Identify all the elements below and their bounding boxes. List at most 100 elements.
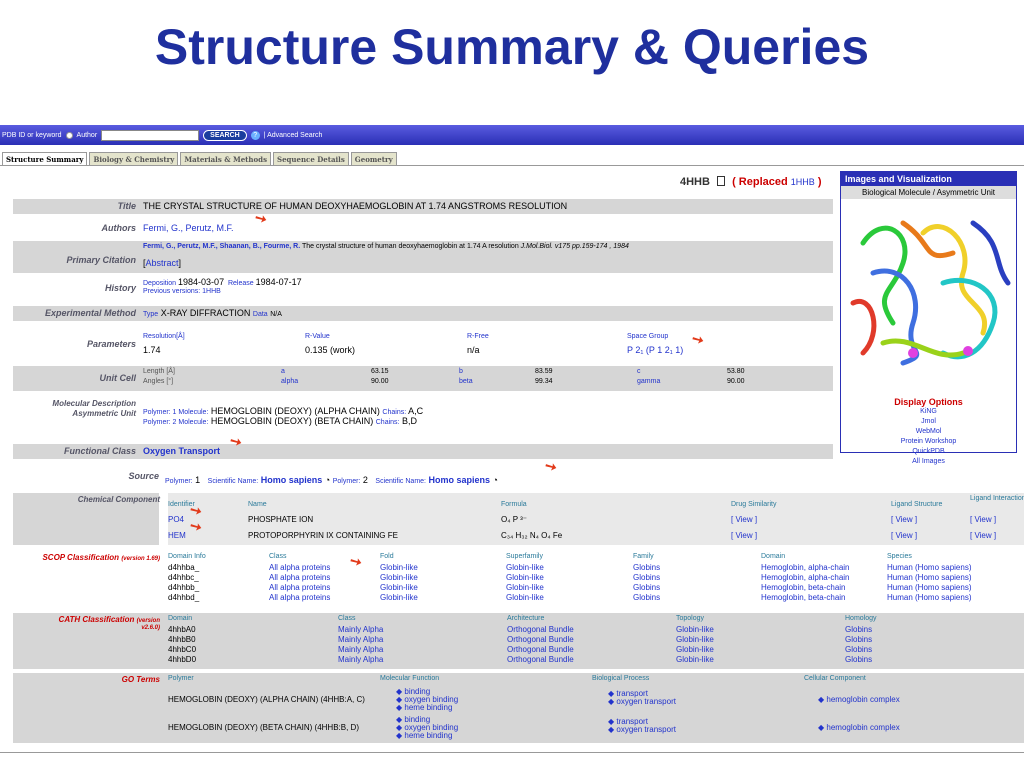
cath-label: CATH Classification (version (13, 615, 160, 624)
spacegroup-label: Space Group (627, 333, 669, 340)
scop-cell[interactable]: Human (Homo sapiens) (887, 583, 971, 592)
tab-biology-chemistry[interactable]: Biology & Chemistry (89, 152, 179, 166)
scop-header: Domain Info (168, 553, 206, 560)
chem-cell[interactable]: [ View ] (970, 515, 996, 524)
tab-materials-methods[interactable]: Materials & Methods (180, 152, 272, 166)
cath-cell[interactable]: Mainly Alpha (338, 655, 383, 664)
author-radio[interactable] (65, 131, 73, 139)
cath-cell[interactable]: Mainly Alpha (338, 645, 383, 654)
cath-cell[interactable]: Orthogonal Bundle (507, 625, 574, 634)
cath-section: CATH Classification (version v2.6.0) Dom… (13, 613, 1024, 669)
cath-cell[interactable]: Orthogonal Bundle (507, 645, 574, 654)
source-sn2[interactable]: Homo sapiens (429, 475, 491, 485)
citation-authors[interactable]: Fermi, G., Perutz, M.F., Shaanan, B., Fo… (143, 243, 300, 250)
search-button[interactable]: SEARCH (203, 129, 247, 141)
scop-cell[interactable]: Hemoglobin, beta-chain (761, 583, 846, 592)
scop-cell[interactable]: Globins (633, 583, 660, 592)
cath-cell[interactable]: Orthogonal Bundle (507, 635, 574, 644)
scop-cell[interactable]: Globin-like (506, 563, 544, 572)
scop-cell[interactable]: All alpha proteins (269, 563, 330, 572)
scop-cell: d4hhbd_ (168, 593, 200, 602)
document-icon[interactable] (717, 176, 726, 186)
source-sn1[interactable]: Homo sapiens (261, 475, 323, 485)
spacegroup-value[interactable]: P 2₁ (P 1 2₁ 1) (627, 345, 683, 355)
go-function-link[interactable]: ◆ heme binding (396, 731, 452, 740)
go-component-link[interactable]: ◆ hemoglobin complex (818, 695, 900, 704)
cath-cell[interactable]: Globins (845, 625, 872, 634)
replaced-id[interactable]: 1HHB (791, 177, 815, 187)
cath-cell[interactable]: Mainly Alpha (338, 625, 383, 634)
scop-cell[interactable]: Hemoglobin, alpha-chain (761, 573, 850, 582)
go-label: GO Terms (121, 675, 160, 684)
cath-cell[interactable]: Globin-like (676, 625, 714, 634)
scop-cell[interactable]: Hemoglobin, beta-chain (761, 593, 846, 602)
chem-cell[interactable]: [ View ] (731, 531, 757, 540)
cath-cell[interactable]: Globins (845, 645, 872, 654)
tab-structure-summary[interactable]: Structure Summary (2, 152, 88, 166)
scop-cell[interactable]: Globin-like (506, 573, 544, 582)
cath-cell[interactable]: Globins (845, 655, 872, 664)
cath-cell[interactable]: Orthogonal Bundle (507, 655, 574, 664)
abstract-label[interactable]: Abstract (146, 258, 179, 268)
cath-cell[interactable]: Globins (845, 635, 872, 644)
scop-section: SCOP Classification (version 1.69) Domai… (13, 551, 1024, 607)
go-function-link[interactable]: ◆ heme binding (396, 703, 452, 712)
molecule-image[interactable] (842, 203, 1015, 393)
cath-cell[interactable]: Globin-like (676, 655, 714, 664)
scop-cell[interactable]: Globin-like (380, 573, 418, 582)
cath-cell[interactable]: Mainly Alpha (338, 635, 383, 644)
go-component-link[interactable]: ◆ hemoglobin complex (818, 723, 900, 732)
scop-cell[interactable]: Globin-like (506, 583, 544, 592)
scop-cell[interactable]: Globins (633, 593, 660, 602)
all-images-link[interactable]: All Images (841, 457, 1016, 467)
protein-workshop-link[interactable]: Protein Workshop (841, 437, 1016, 447)
scop-cell[interactable]: Globin-like (380, 583, 418, 592)
tab-geometry[interactable]: Geometry (350, 152, 397, 166)
scop-cell[interactable]: All alpha proteins (269, 583, 330, 592)
scop-cell[interactable]: Globin-like (380, 563, 418, 572)
chem-cell[interactable]: [ View ] (891, 515, 917, 524)
scop-cell[interactable]: Human (Homo sapiens) (887, 573, 971, 582)
scop-cell[interactable]: All alpha proteins (269, 573, 330, 582)
fclass-value[interactable]: Oxygen Transport (143, 446, 220, 456)
webmol-link[interactable]: WebMol (841, 427, 1016, 437)
go-process-link[interactable]: ◆ oxygen transport (608, 725, 676, 734)
go-process-link[interactable]: ◆ oxygen transport (608, 697, 676, 706)
parameters-label: Parameters (86, 339, 136, 349)
abstract-link[interactable]: [Abstract] (143, 258, 181, 268)
chem-cell: O₄ P ³⁻ (501, 515, 528, 524)
scop-cell[interactable]: Hemoglobin, alpha-chain (761, 563, 850, 572)
citation-journal: J.Mol.Biol. v175 pp.159-174 , 1984 (520, 243, 629, 250)
quickpdb-link[interactable]: QuickPDB (841, 447, 1016, 457)
king-link[interactable]: KiNG (841, 407, 1016, 417)
prev-version-link[interactable]: 1HHB (202, 288, 221, 295)
advanced-search-link[interactable]: | Advanced Search (264, 132, 323, 139)
source-label: Source (128, 471, 159, 481)
scop-cell[interactable]: All alpha proteins (269, 593, 330, 602)
scop-cell[interactable]: Globin-like (380, 593, 418, 602)
chem-cell[interactable]: [ View ] (970, 531, 996, 540)
rvalue-value: 0.135 (work) (305, 345, 356, 355)
scop-cell[interactable]: Globins (633, 573, 660, 582)
jmol-link[interactable]: Jmol (841, 417, 1016, 427)
scop-cell[interactable]: Human (Homo sapiens) (887, 593, 971, 602)
cath-cell[interactable]: Globin-like (676, 645, 714, 654)
chem-cell[interactable]: [ View ] (731, 515, 757, 524)
authors-value[interactable]: Fermi, G., Perutz, M.F. (143, 223, 234, 233)
chem-cell[interactable]: [ View ] (891, 531, 917, 540)
eye-icon[interactable]: ◔ (493, 475, 498, 485)
ligand-id-link[interactable]: HEM (168, 531, 186, 540)
scop-cell[interactable]: Globins (633, 563, 660, 572)
tab-sequence-details[interactable]: Sequence Details (273, 152, 349, 166)
cath-cell[interactable]: Globin-like (676, 635, 714, 644)
eye-icon[interactable]: ◔ (325, 475, 330, 485)
method-row: Experimental Method Type X-RAY DIFFRACTI… (13, 306, 833, 321)
scop-cell[interactable]: Human (Homo sapiens) (887, 563, 971, 572)
scop-label: SCOP Classification (version 1.69) (13, 553, 160, 562)
images-subheader: Biological Molecule / Asymmetric Unit (841, 186, 1016, 199)
search-input[interactable] (101, 129, 200, 141)
ligand-id-link[interactable]: PO4 (168, 515, 184, 524)
citation-value: Fermi, G., Perutz, M.F., Shaanan, B., Fo… (143, 243, 833, 250)
scop-cell[interactable]: Globin-like (506, 593, 544, 602)
help-icon[interactable]: ? (250, 130, 260, 140)
